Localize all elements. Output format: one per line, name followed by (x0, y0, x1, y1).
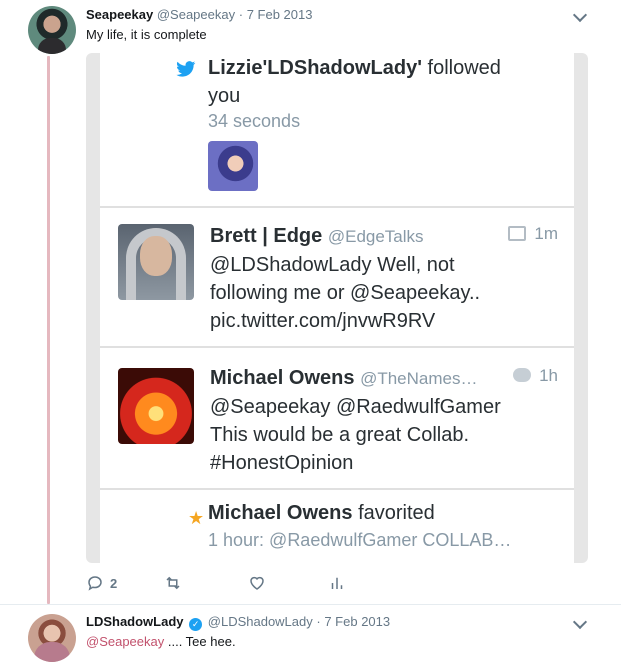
tweet-line: This would be a great Collab. (210, 424, 470, 446)
follow-target: you (208, 85, 241, 107)
follow-time: 34 seconds (208, 111, 301, 131)
author-handle: @TheNames… (360, 369, 478, 388)
tweet-seapeekay[interactable]: Seapeekay @Seapeekay · 7 Feb 2013 My lif… (0, 0, 621, 604)
attached-image[interactable]: Lizzie'LDShadowLady' followed you 34 sec… (86, 53, 588, 563)
tweet-row-brett: Brett | Edge @EdgeTalks @LDShadowLady We… (100, 210, 574, 348)
follow-action: followed (427, 57, 501, 79)
avatar[interactable] (28, 6, 76, 54)
follow-line: Lizzie'LDShadowLady' followed (208, 57, 501, 80)
tweet-date[interactable]: 7 Feb 2013 (247, 7, 313, 22)
star-icon: ★ (188, 508, 205, 528)
divider (0, 604, 621, 605)
tweet-row-michael: Michael Owens @TheNames… @Seapeekay @Rae… (100, 350, 574, 490)
avatar (118, 224, 194, 300)
author-name: Michael Owens (210, 367, 355, 389)
tweet-line: @Seapeekay @RaedwulfGamer (210, 396, 501, 418)
author-handle: @EdgeTalks (327, 227, 424, 246)
media-icon (508, 226, 527, 241)
tweet-date[interactable]: 7 Feb 2013 (324, 614, 390, 629)
author-name[interactable]: LDShadowLady (86, 614, 184, 629)
favorite-action: favorited (358, 502, 435, 524)
author-handle[interactable]: @Seapeekay (157, 7, 235, 22)
favoriter-name: Michael Owens (208, 502, 353, 524)
tweet-text: My life, it is complete (86, 27, 207, 42)
avatar (118, 368, 194, 444)
tweet-line: following me or @Seapeekay.. (210, 282, 481, 304)
retweet-icon (166, 576, 180, 590)
tweet-body: Michael Owens @TheNames… @Seapeekay @Rae… (210, 364, 501, 477)
tweet-body: Brett | Edge @EdgeTalks @LDShadowLady We… (210, 222, 480, 335)
separator: · (316, 614, 321, 629)
tweet-time: 1h (513, 366, 558, 386)
notification-follow: Lizzie'LDShadowLady' followed you 34 sec… (100, 53, 574, 208)
tweet-line: pic.twitter.com/jnvwR9RV (210, 310, 436, 332)
chevron-down-icon[interactable] (572, 614, 588, 630)
like-button[interactable] (248, 574, 266, 592)
mention-link[interactable]: @Seapeekay (86, 634, 164, 649)
retweet-button[interactable] (164, 574, 182, 592)
follower-avatar (208, 141, 258, 191)
tweet-header: LDShadowLady ✓ @LDShadowLady · 7 Feb 201… (86, 614, 390, 631)
conversation-icon (513, 368, 532, 382)
like-icon (250, 576, 264, 590)
follower-name: Lizzie'LDShadowLady' (208, 57, 422, 79)
avatar[interactable] (28, 614, 76, 662)
twitter-bird-icon (176, 61, 196, 77)
verified-icon: ✓ (189, 618, 203, 631)
reply-count: 2 (110, 575, 118, 591)
reply-icon (88, 576, 102, 591)
favorite-detail: 1 hour: @RaedwulfGamer COLLAB… (208, 530, 512, 550)
thread-connector (47, 56, 50, 604)
tweet-text: @Seapeekay .... Tee hee. (86, 634, 236, 649)
analytics-button[interactable] (328, 574, 346, 592)
analytics-icon (331, 577, 343, 589)
separator: · (238, 7, 244, 22)
author-name: Brett | Edge (210, 225, 323, 247)
tweet-actions: 2 (86, 574, 386, 594)
chevron-down-icon[interactable] (572, 7, 588, 23)
tweet-header: Seapeekay @Seapeekay · 7 Feb 2013 (86, 7, 312, 22)
phone-screenshot: Lizzie'LDShadowLady' followed you 34 sec… (100, 53, 574, 563)
author-handle[interactable]: @LDShadowLady (208, 614, 313, 629)
tweet-time: 1m (508, 224, 558, 244)
tweet-body-text: .... Tee hee. (164, 634, 236, 649)
reply-button[interactable]: 2 (86, 574, 117, 592)
author-name[interactable]: Seapeekay (86, 7, 153, 22)
notification-favorite: ★ Michael Owens favorited 1 hour: @Raedw… (100, 492, 574, 563)
favorite-line: Michael Owens favorited (208, 502, 435, 525)
tweet-line: @LDShadowLady Well, not (210, 254, 455, 276)
tweet-line: #HonestOpinion (210, 452, 354, 474)
